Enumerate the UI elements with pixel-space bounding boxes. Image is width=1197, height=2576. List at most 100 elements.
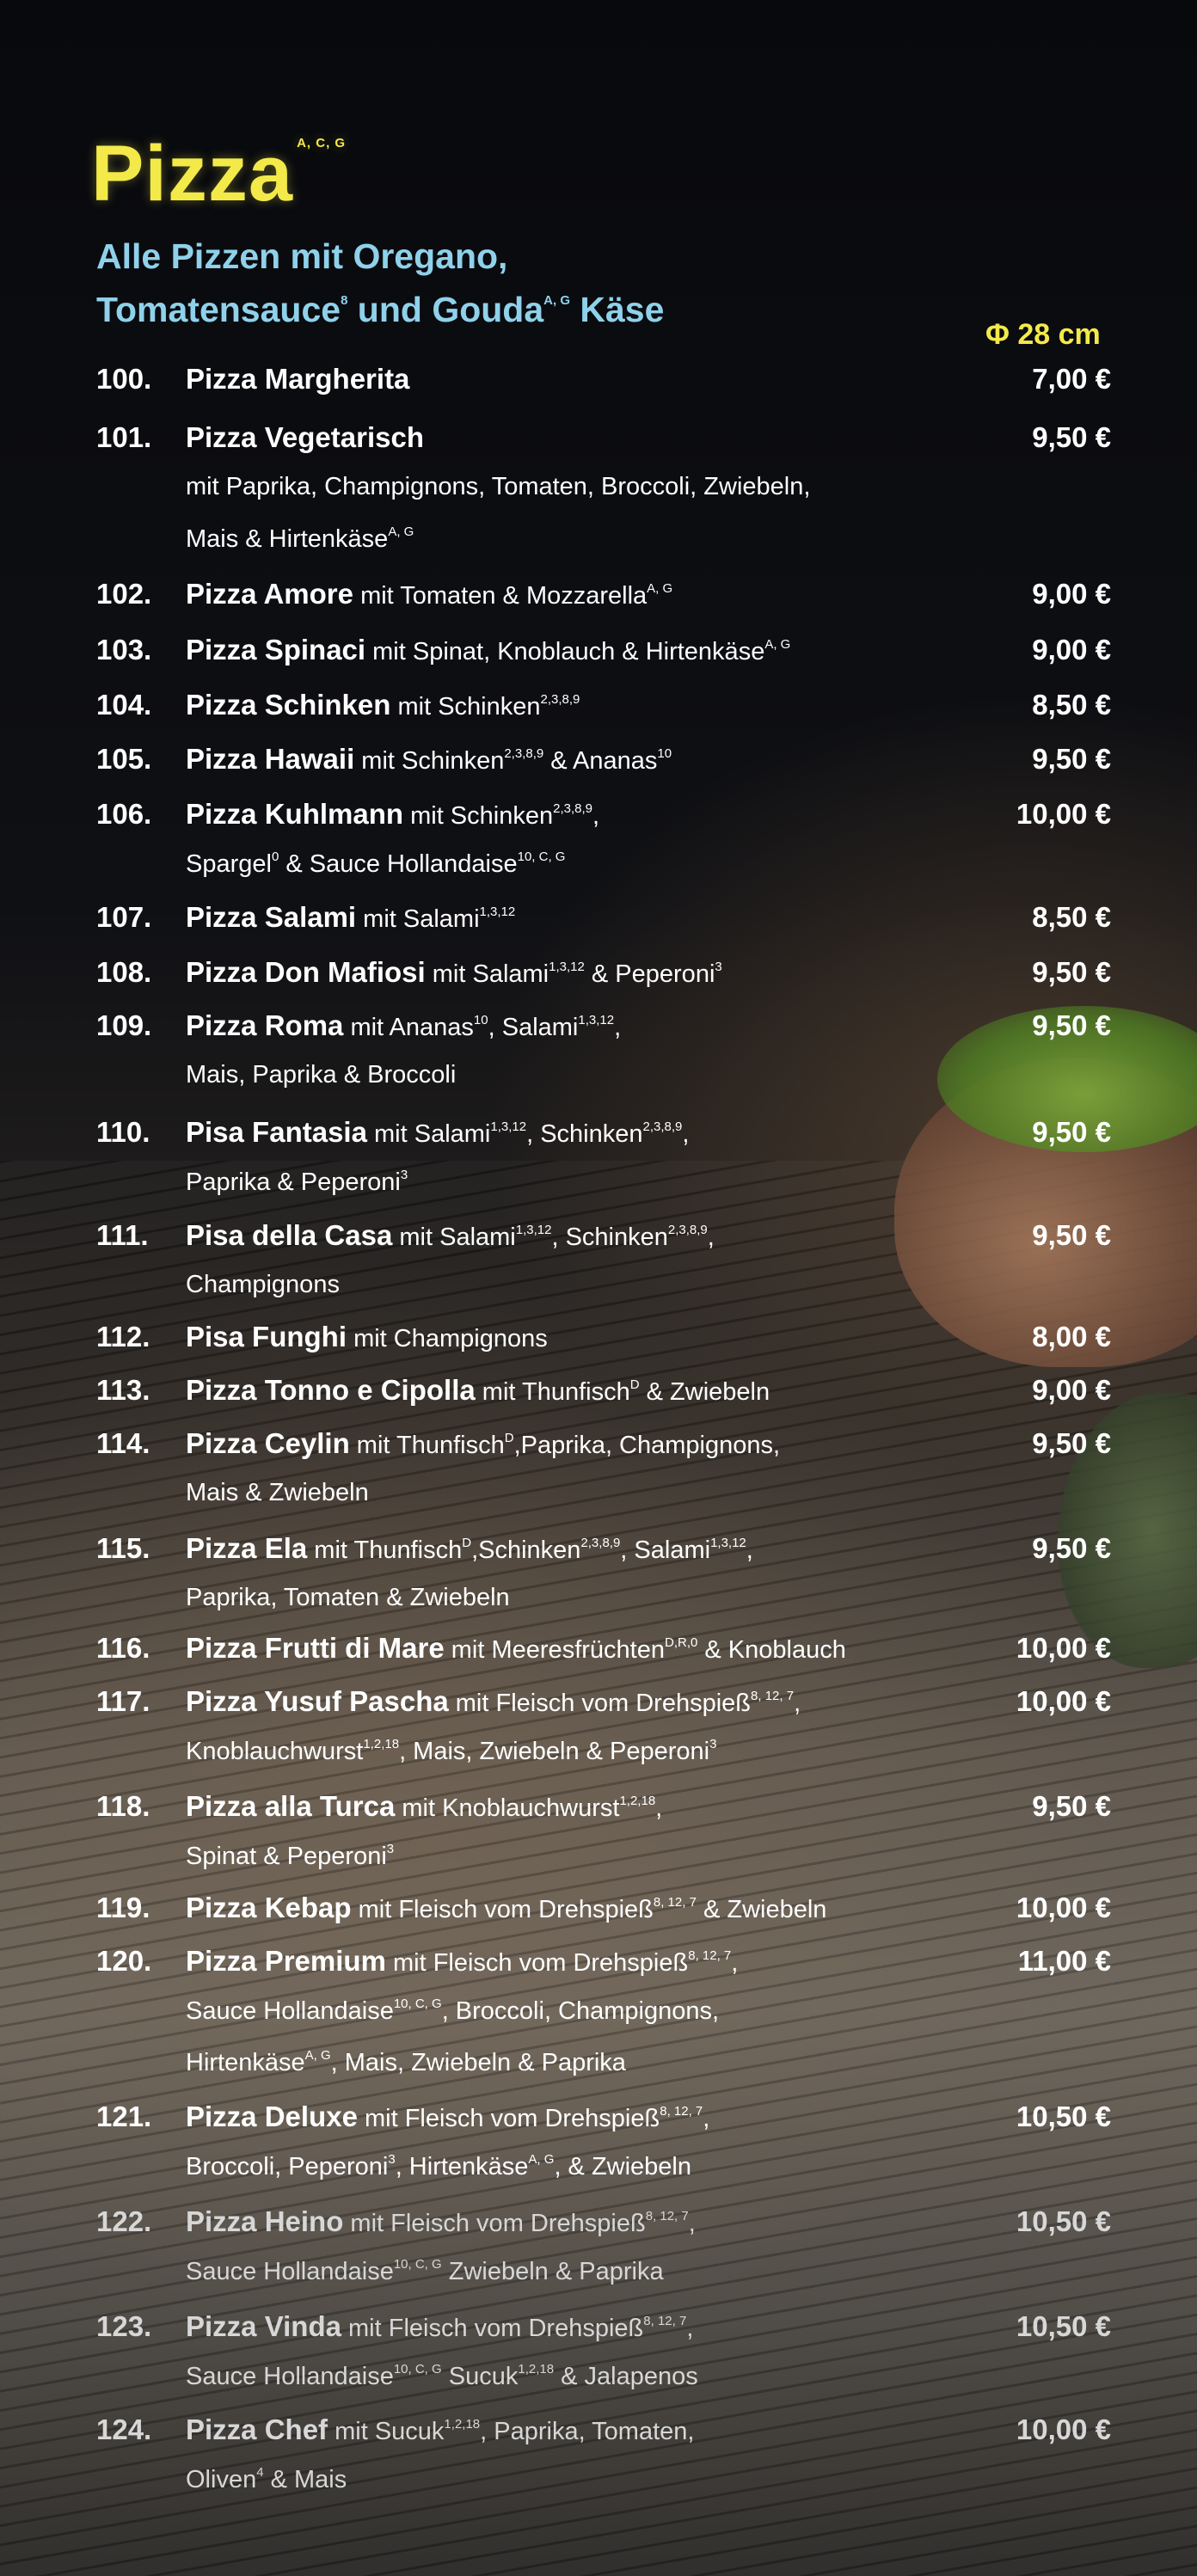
item-name: Pizza Frutti di Mare bbox=[186, 1632, 445, 1664]
section-title: Pizza A, C, G bbox=[91, 129, 346, 219]
item-name: Pizza Margherita bbox=[186, 363, 410, 395]
item-name: Pizza Kebap bbox=[186, 1892, 352, 1923]
item-desc-part: mit Fleisch vom Drehspieß bbox=[448, 1690, 752, 1717]
item-desc-part: mit Knoblauchwurst bbox=[395, 1794, 620, 1822]
item-desc-part: mit Salami bbox=[425, 960, 549, 988]
item-line-1: Pizza Yusuf Pascha mit Fleisch vom Drehs… bbox=[186, 1685, 801, 1718]
item-desc-part: , & Zwiebeln bbox=[554, 2153, 692, 2180]
item-line-1: Pizza Hawaii mit Schinken2,3,8,9 & Anana… bbox=[186, 743, 672, 776]
item-line-1: Pizza Premium mit Fleisch vom Drehspieß8… bbox=[186, 1945, 738, 1978]
item-price: 10,50 € bbox=[1016, 2205, 1111, 2237]
item-line-2: Paprika & Peperoni3 bbox=[186, 1168, 408, 1197]
item-desc-part: & Zwiebeln bbox=[639, 1378, 770, 1406]
item-price: 9,50 € bbox=[1032, 1116, 1111, 1148]
item-price: 11,00 € bbox=[1017, 1945, 1111, 1977]
item-desc-part: , Schinken bbox=[551, 1224, 668, 1251]
item-price: 9,50 € bbox=[1032, 1219, 1111, 1251]
item-number: 101. bbox=[96, 421, 152, 453]
item-name: Pizza Schinken bbox=[186, 689, 391, 721]
item-line-1: Pizza Frutti di Mare mit MeeresfrüchtenD… bbox=[186, 1632, 846, 1665]
item-name: Pizza Spinaci bbox=[186, 634, 366, 665]
item-description: mit Tomaten & MozzarellaA, G bbox=[353, 581, 672, 610]
item-desc-part: Champignons bbox=[186, 1271, 340, 1298]
allergen-sup: 4 bbox=[256, 2465, 264, 2480]
item-desc-part: , bbox=[731, 1949, 739, 1977]
allergen-sup: A, G bbox=[304, 2048, 331, 2063]
allergen-sup: 1,2,18 bbox=[518, 2362, 555, 2377]
allergen-sup: 3 bbox=[709, 1737, 717, 1751]
item-description: mit Fleisch vom Drehspieß8, 12, 7, bbox=[386, 1948, 739, 1977]
item-description: mit ThunfischD,Schinken2,3,8,9, Salami1,… bbox=[307, 1536, 753, 1564]
item-name: Pizza Kuhlmann bbox=[186, 798, 404, 830]
item-desc-part: & Jalapenos bbox=[554, 2363, 698, 2390]
item-price: 10,00 € bbox=[1016, 1892, 1111, 1923]
item-number: 106. bbox=[96, 798, 152, 830]
item-desc-part: & Ananas bbox=[543, 747, 658, 775]
allergen-sup: 1,3,12 bbox=[710, 1536, 746, 1550]
item-desc-part: mit Fleisch vom Drehspieß bbox=[341, 2315, 644, 2342]
item-name: Pisa Fantasia bbox=[186, 1116, 367, 1148]
item-name: Pizza Roma bbox=[186, 1009, 344, 1041]
item-line-1: Pizza alla Turca mit Knoblauchwurst1,2,1… bbox=[186, 1790, 662, 1823]
item-description: mit Ananas10, Salami1,3,12, bbox=[343, 1013, 621, 1041]
allergen-sup: D bbox=[629, 1377, 640, 1392]
allergen-sup: 2,3,8,9 bbox=[642, 1119, 683, 1134]
item-description: mit Schinken2,3,8,9, bbox=[403, 801, 599, 830]
allergen-sup: 10, C, G bbox=[517, 849, 566, 864]
item-price: 9,00 € bbox=[1032, 578, 1111, 610]
item-desc-part: mit Sucuk bbox=[328, 2418, 445, 2445]
item-line-2: Spinat & Peperoni3 bbox=[186, 1842, 394, 1871]
allergen-sup: 1,3,12 bbox=[578, 1013, 615, 1027]
allergen-sup: D,R,0 bbox=[664, 1635, 698, 1650]
menu-page: Pizza A, C, G Alle Pizzen mit Oregano, To… bbox=[0, 0, 1197, 2576]
item-price: 9,50 € bbox=[1032, 1427, 1111, 1459]
item-desc-part: , Mais, Zwiebeln & Paprika bbox=[330, 2049, 626, 2076]
item-line-1: Pizza Ela mit ThunfischD,Schinken2,3,8,9… bbox=[186, 1532, 753, 1565]
item-desc-part: , Hirtenkäse bbox=[395, 2153, 529, 2180]
item-price: 9,50 € bbox=[1032, 1790, 1111, 1822]
item-line-2: Sauce Hollandaise10, C, G Zwiebeln & Pap… bbox=[186, 2257, 664, 2286]
item-desc-part: mit Meeresfrüchten bbox=[444, 1636, 665, 1664]
allergen-sup: A, G bbox=[764, 637, 791, 652]
item-price: 10,50 € bbox=[1016, 2310, 1111, 2342]
item-line-2: Sauce Hollandaise10, C, G, Broccoli, Cha… bbox=[186, 1996, 719, 2026]
item-desc-part: , bbox=[686, 2315, 694, 2342]
item-line-2: Knoblauchwurst1,2,18, Mais, Zwiebeln & P… bbox=[186, 1737, 716, 1766]
item-description: mit MeeresfrüchtenD,R,0 & Knoblauch bbox=[444, 1635, 846, 1664]
item-line-1: Pisa Funghi mit Champignons bbox=[186, 1321, 548, 1353]
item-desc-part: ,Paprika, Champignons, bbox=[513, 1432, 781, 1459]
allergen-sup: D bbox=[462, 1536, 472, 1550]
item-line-1: Pizza Roma mit Ananas10, Salami1,3,12, bbox=[186, 1009, 621, 1042]
item-name: Pizza Yusuf Pascha bbox=[186, 1685, 449, 1717]
item-description: mit ThunfischD,Paprika, Champignons, bbox=[350, 1431, 781, 1459]
allergen-sup: 2,3,8,9 bbox=[504, 746, 544, 761]
item-line-2: Broccoli, Peperoni3, HirtenkäseA, G, & Z… bbox=[186, 2152, 691, 2181]
item-number: 117. bbox=[96, 1685, 150, 1717]
item-line-2: Spargel0 & Sauce Hollandaise10, C, G bbox=[186, 849, 565, 879]
item-desc-part: Mais, Paprika & Broccoli bbox=[186, 1061, 457, 1089]
item-line-2: Mais, Paprika & Broccoli bbox=[186, 1061, 456, 1089]
item-name: Pizza Tonno e Cipolla bbox=[186, 1374, 476, 1406]
allergen-sup: 1,2,18 bbox=[444, 2417, 481, 2432]
item-desc-part: , Salami bbox=[620, 1536, 711, 1564]
item-desc-part: & Sauce Hollandaise bbox=[279, 850, 518, 878]
item-desc-part: , bbox=[688, 2210, 696, 2237]
allergen-sup: 3 bbox=[400, 1168, 408, 1182]
item-desc-part: , Broccoli, Champignons, bbox=[441, 1997, 720, 2025]
item-desc-part: Spargel bbox=[186, 850, 272, 878]
item-line-1: Pizza Amore mit Tomaten & MozzarellaA, G bbox=[186, 578, 672, 610]
title-allergens: A, C, G bbox=[297, 136, 347, 150]
item-name: Pisa della Casa bbox=[186, 1219, 393, 1251]
item-price: 9,50 € bbox=[1032, 1532, 1111, 1564]
item-price: 9,00 € bbox=[1032, 1374, 1111, 1406]
item-description: mit Schinken2,3,8,9 bbox=[390, 692, 580, 721]
item-number: 104. bbox=[96, 689, 152, 721]
item-line-1: Pizza Kuhlmann mit Schinken2,3,8,9, bbox=[186, 798, 599, 831]
item-desc-part: Paprika & Peperoni bbox=[186, 1168, 401, 1196]
item-description: mit Salami1,3,12, Schinken2,3,8,9, bbox=[392, 1223, 714, 1251]
item-price: 10,00 € bbox=[1016, 1685, 1111, 1717]
item-desc-part: Sauce Hollandaise bbox=[186, 2363, 394, 2390]
item-number: 108. bbox=[96, 956, 152, 988]
item-description: mit Fleisch vom Drehspieß8, 12, 7, bbox=[448, 1689, 801, 1717]
item-line-2: mit Paprika, Champignons, Tomaten, Brocc… bbox=[186, 473, 810, 501]
